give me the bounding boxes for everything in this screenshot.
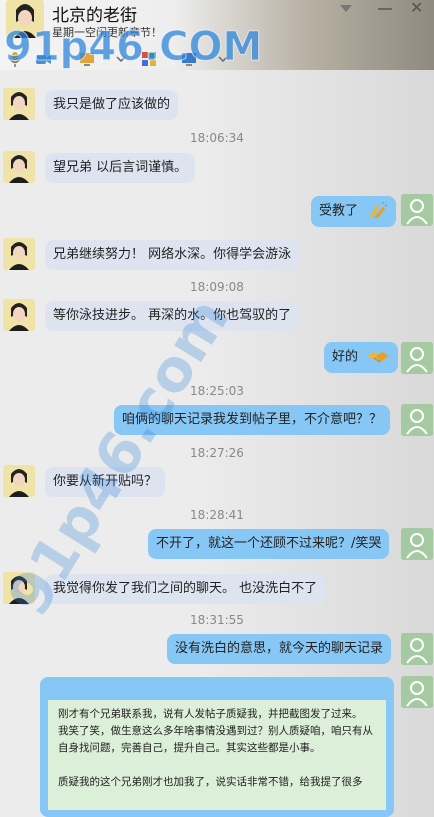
- self-avatar[interactable]: [401, 404, 433, 436]
- letter-line: [58, 757, 380, 774]
- microphone-icon[interactable]: [6, 50, 24, 68]
- monitor-icon[interactable]: [180, 50, 198, 68]
- toolbar: [0, 46, 260, 70]
- timestamp: 18:31:55: [190, 613, 244, 627]
- clap-icon: [369, 202, 388, 218]
- message-text: 好的: [332, 349, 359, 365]
- self-avatar[interactable]: [401, 342, 433, 374]
- message-bubble[interactable]: 兄弟继续努力！ 网络水深。你得学会游泳: [45, 240, 300, 270]
- app-icon[interactable]: [140, 50, 158, 68]
- person-avatar-icon: [3, 465, 35, 497]
- close-icon[interactable]: ✕: [410, 0, 423, 16]
- timestamp: 18:25:03: [190, 384, 244, 398]
- person-avatar-icon: [401, 404, 433, 436]
- message-bubble[interactable]: 没有洗白的意思，就今天的聊天记录: [167, 634, 392, 664]
- chevron-down-icon[interactable]: [214, 50, 232, 68]
- timestamp: 18:06:34: [190, 131, 244, 145]
- avatar[interactable]: [3, 572, 35, 604]
- handshake-icon: [367, 352, 390, 363]
- person-avatar-icon: [3, 88, 35, 120]
- message-bubble[interactable]: 你要从新开贴吗？: [45, 467, 166, 497]
- share-screen-icon[interactable]: [78, 50, 96, 68]
- timestamp: 18:09:08: [190, 280, 244, 294]
- message-bubble[interactable]: 等你泳技进步。 再深的水。你也驾驭的了: [45, 301, 300, 331]
- person-avatar-icon: [3, 238, 35, 270]
- letter-line: 刚才有个兄弟联系我，说有人发帖子质疑我，并把截图发了过来。: [58, 708, 363, 720]
- self-avatar[interactable]: [401, 676, 433, 708]
- avatar[interactable]: [3, 151, 35, 183]
- letter-line: 质疑我的这个兄弟刚才也加我了，说实话非常不错，给我提了很多: [58, 776, 363, 788]
- message-bubble[interactable]: 我只是做了应该做的: [45, 90, 179, 120]
- message-bubble[interactable]: 不开了，就这一个还顾不过来呢？/笑哭: [148, 529, 390, 559]
- person-avatar-icon: [401, 633, 433, 665]
- contact-signature: 星期一空闲更新章节！: [52, 26, 162, 39]
- message-bubble[interactable]: 我觉得你发了我们之间的聊天。 也没洗白不了: [45, 574, 326, 604]
- letter-line: 我笑了笑，做生意这么多年啥事情没遇到过？别人质疑咱，咱只有从: [58, 725, 373, 737]
- self-avatar[interactable]: [401, 194, 433, 226]
- avatar[interactable]: [3, 465, 35, 497]
- page-title: 北京的老街: [52, 6, 137, 26]
- letter-line: 自身找问题，完善自己，提升自己。其实这些都是小事。: [58, 742, 321, 754]
- timestamp: 18:27:26: [190, 446, 244, 460]
- person-avatar-icon: [3, 572, 35, 604]
- letter-image[interactable]: 刚才有个兄弟联系我，说有人发帖子质疑我，并把截图发了过来。 我笑了笑，做生意这么…: [48, 700, 386, 810]
- video-icon[interactable]: [34, 50, 52, 68]
- person-avatar-icon: [3, 299, 35, 331]
- chevron-down-icon[interactable]: [340, 5, 352, 12]
- person-avatar-icon: [401, 342, 433, 374]
- message-bubble[interactable]: 望兄弟 以后言词谨慎。: [45, 153, 196, 183]
- message-text: 受教了: [319, 203, 359, 219]
- avatar[interactable]: [3, 238, 35, 270]
- self-avatar[interactable]: [401, 633, 433, 665]
- chevron-down-icon[interactable]: [112, 50, 130, 68]
- person-avatar-icon: [401, 676, 433, 708]
- avatar[interactable]: [3, 299, 35, 331]
- contact-avatar[interactable]: [6, 0, 44, 38]
- person-avatar-icon: [3, 151, 35, 183]
- message-bubble[interactable]: 受教了: [311, 196, 397, 227]
- minimize-icon[interactable]: [378, 8, 392, 10]
- self-avatar[interactable]: [401, 528, 433, 560]
- message-bubble[interactable]: 好的: [324, 342, 399, 373]
- person-avatar-icon: [401, 528, 433, 560]
- person-avatar-icon: [401, 194, 433, 226]
- avatar[interactable]: [3, 88, 35, 120]
- person-avatar-icon: [6, 0, 44, 38]
- timestamp: 18:28:41: [190, 508, 244, 522]
- chat-header: 北京的老街 星期一空闲更新章节！ ✕: [0, 0, 434, 70]
- message-bubble[interactable]: 咱俩的聊天记录我发到帖子里，不介意吧？？: [114, 405, 391, 435]
